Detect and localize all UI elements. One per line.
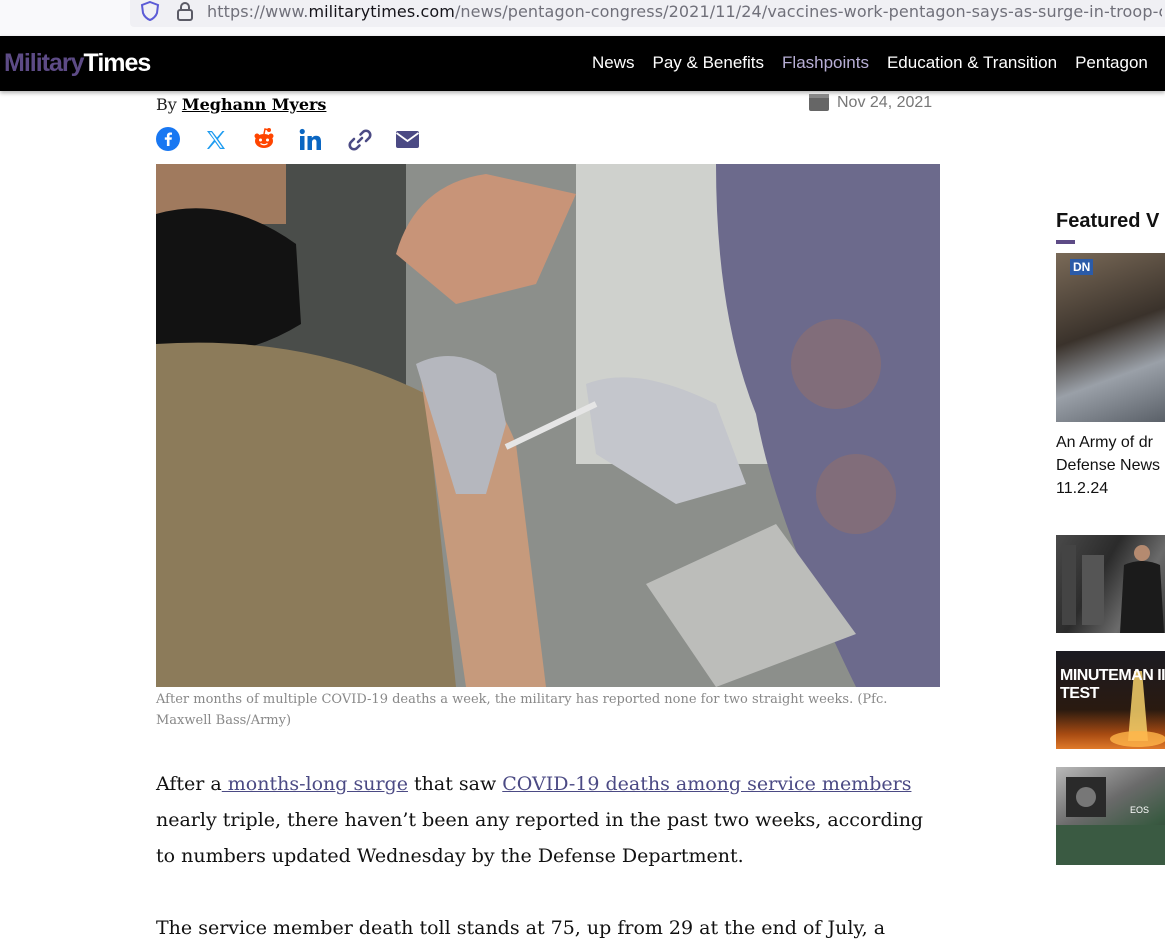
browser-url-bar: https://www.militarytimes.com/news/penta… <box>0 0 1165 36</box>
byline: By Meghann Myers <box>156 95 326 114</box>
url-text[interactable]: https://www.militarytimes.com/news/penta… <box>207 2 1162 21</box>
email-icon[interactable] <box>395 129 420 150</box>
nav-item-flashpoints[interactable]: Flashpoints <box>782 53 869 73</box>
x-icon[interactable] <box>205 129 227 151</box>
linkedin-icon[interactable] <box>299 128 322 151</box>
defense-news-logo: DN <box>1070 259 1094 275</box>
article-paragraph-2: The service member death toll stands at … <box>156 917 886 939</box>
video-thumbnail-3[interactable]: MINUTEMAN III TEST <box>1056 651 1165 749</box>
nav-item-news[interactable]: News <box>592 53 635 73</box>
video-thumbnail-2[interactable] <box>1056 535 1165 633</box>
link-icon[interactable] <box>347 127 373 153</box>
main-nav: News Pay & Benefits Flashpoints Educatio… <box>592 53 1148 73</box>
author-link[interactable]: Meghann Myers <box>182 95 327 114</box>
image-caption: After months of multiple COVID-19 deaths… <box>156 692 888 728</box>
video-title-1[interactable]: An Army of dr Defense News 11.2.24 <box>1056 431 1165 500</box>
speaker-photo <box>1062 545 1164 633</box>
nav-item-pentagon[interactable]: Pentagon <box>1075 53 1148 73</box>
heading-accent-bar <box>1056 240 1075 244</box>
minuteman-overlay-text: MINUTEMAN III TEST <box>1060 667 1165 702</box>
months-long-surge-link[interactable]: months-long surge <box>222 773 408 795</box>
video-thumbnail-4[interactable]: EOS <box>1056 767 1165 865</box>
nav-item-pay-benefits[interactable]: Pay & Benefits <box>653 53 765 73</box>
tracking-protection-shield-icon[interactable] <box>140 1 160 21</box>
article-paragraph-1: After a months-long surge that saw COVID… <box>156 773 924 867</box>
covid-deaths-link[interactable]: COVID-19 deaths among service members <box>502 773 911 795</box>
lock-icon[interactable] <box>176 1 194 21</box>
byline-by-label: By <box>156 95 177 114</box>
site-header: MilitaryTimes News Pay & Benefits Flashp… <box>0 36 1165 91</box>
military-times-logo[interactable]: MilitaryTimes <box>4 49 151 78</box>
eos-overlay-text: EOS <box>1130 805 1150 815</box>
video-thumbnail-1[interactable]: DN <box>1056 253 1165 422</box>
vaccination-photo <box>156 164 940 687</box>
facebook-icon[interactable] <box>156 127 180 151</box>
calendar-icon <box>809 94 829 111</box>
weapon-system-photo <box>1056 777 1165 865</box>
reddit-icon[interactable] <box>252 127 276 151</box>
featured-videos-heading: Featured V <box>1056 210 1160 232</box>
publish-date: Nov 24, 2021 <box>837 94 933 111</box>
nav-item-education-transition[interactable]: Education & Transition <box>887 53 1057 73</box>
article-hero-image <box>156 164 940 687</box>
